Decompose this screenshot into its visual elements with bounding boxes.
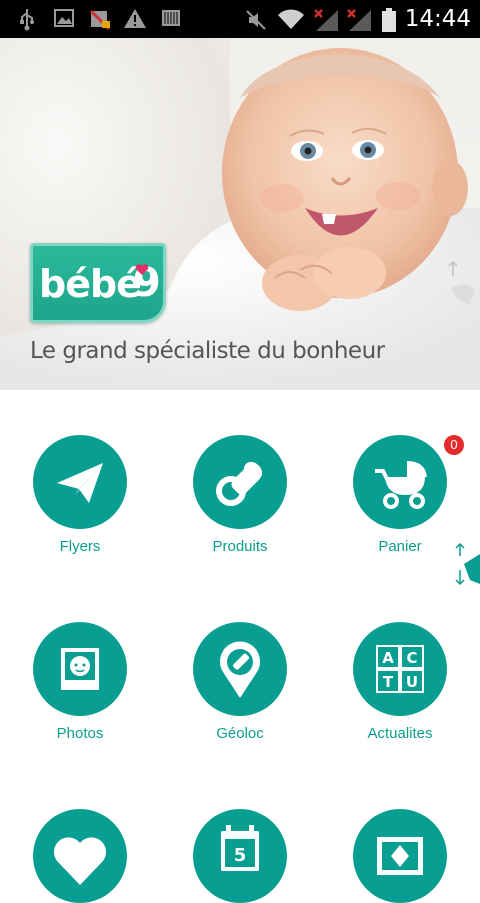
image-icon [54,9,74,27]
wifi-icon [278,9,304,29]
menu-label: Actualites [367,725,433,742]
paper-plane-icon [57,463,103,503]
circle-button[interactable] [33,809,127,903]
circle-button[interactable] [193,435,287,529]
svg-text:C: C [406,649,417,667]
battery-icon [382,8,396,32]
circle-button[interactable]: 5 [193,809,287,903]
circle-button[interactable] [33,622,127,716]
menu-label: Flyers [59,538,101,555]
menu-item-calendrier[interactable]: 5 [160,809,320,903]
menu-item-photos[interactable]: Photos [0,622,160,752]
status-bar: 14:44 [0,0,480,38]
tagline: Le grand spécialiste du bonheur [30,338,385,364]
vibrate-icon [246,10,266,30]
hero-banner: bébé 9 Le grand spécialiste du bonheur [0,38,480,390]
menu-label: Produits [212,538,268,555]
scroll-hint-icon [448,260,475,304]
abc-blocks-icon: A C T U [376,645,424,693]
pacifier-icon [216,461,263,506]
menu-item-flyers[interactable]: Flyers [0,435,160,565]
heart-icon [53,837,107,885]
menu-item-favoris[interactable] [0,809,160,903]
usb-icon [20,9,34,31]
svg-text:U: U [406,673,418,691]
menu-item-cadre[interactable] [320,809,480,903]
cart-count-badge: 0 [444,435,464,455]
menu-label: Photos [56,725,104,742]
calendar-icon: 5 [221,825,259,871]
svg-text:T: T [383,673,394,691]
circle-button[interactable] [33,435,127,529]
menu-label: Géoloc [216,725,264,742]
brand-logo: bébé 9 [30,243,166,323]
menu-item-actualites[interactable]: A C T U Actualites [320,622,480,752]
warning-icon [124,9,146,28]
baby-photo-icon [61,648,99,690]
location-bottle-icon [220,641,260,698]
circle-button[interactable] [193,622,287,716]
signal-icon-2 [347,9,371,31]
svg-text:5: 5 [234,845,247,866]
svg-text:A: A [382,649,394,667]
clock: 14:44 [404,6,471,32]
logo-text: bébé [39,262,142,306]
heart-icon [135,264,149,275]
circle-button[interactable]: A C T U [353,622,447,716]
signal-icon-1 [314,9,338,31]
circle-button[interactable] [353,809,447,903]
circle-button[interactable] [353,435,447,529]
stroller-icon [375,461,427,509]
menu-item-geoloc[interactable]: Géoloc [160,622,320,752]
menu-item-produits[interactable]: Produits [160,435,320,565]
drag-handle-icon[interactable] [450,540,480,590]
barcode-icon [162,10,180,26]
mobile-data-off-icon [89,9,111,31]
photo-frame-icon [377,837,423,875]
